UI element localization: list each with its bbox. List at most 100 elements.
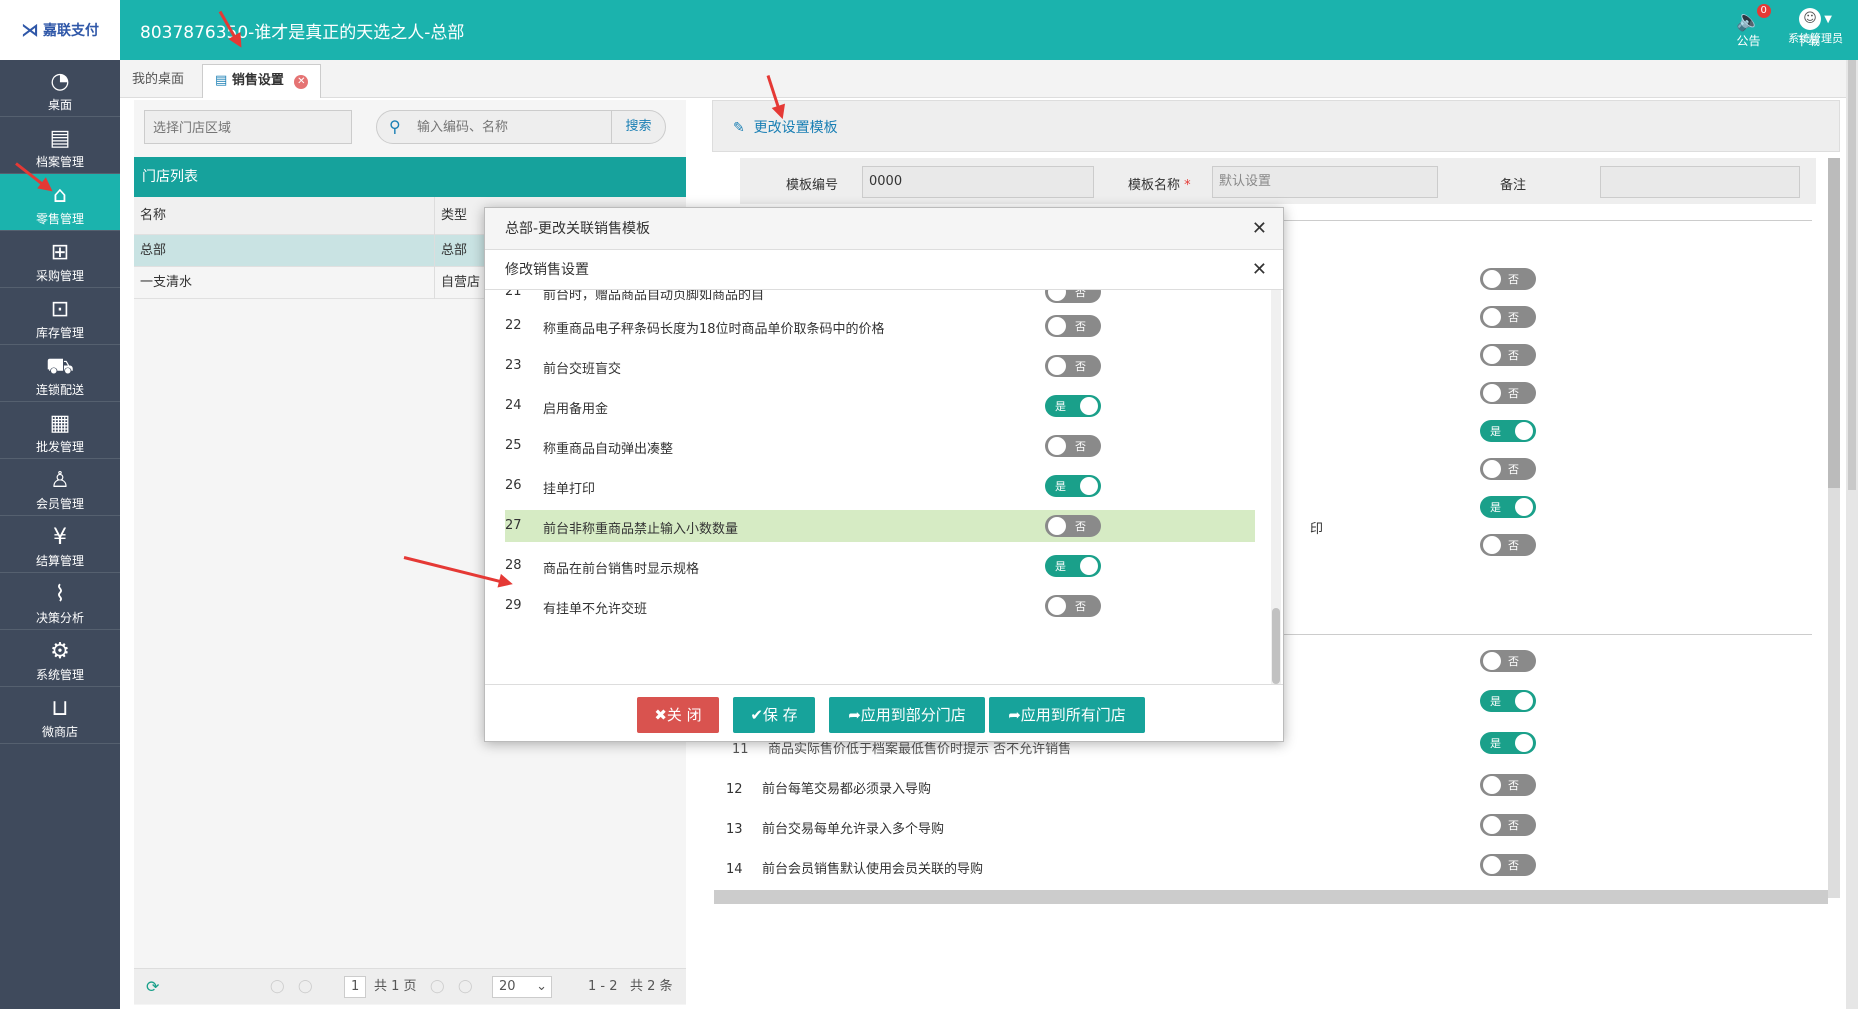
sidebar-item-distribution[interactable]: ⛟ 连锁配送 [0,345,120,402]
table-cell: 总部 [140,243,167,258]
notice-button[interactable]: 🔈 0 公告 [1736,4,1771,49]
toggle-switch[interactable]: 否 [1045,595,1101,617]
setting-number: 23 [505,358,522,373]
toggle-switch[interactable]: 否 [1480,854,1536,876]
prev-page-icon[interactable]: ◯ [298,969,313,1005]
close-icon[interactable]: ✕ [1252,208,1267,250]
sidebar-item-member[interactable]: ♙ 会员管理 [0,459,120,516]
toggle-label: 否 [1075,290,1086,299]
toggle-label: 否 [1508,819,1519,832]
dialog-outer-title: 总部-更改关联销售模板 ✕ [485,208,1283,250]
dialog-footer: ✖关 闭 ✔保 存 ➦应用到部分门店 ➦应用到所有门店 [485,684,1283,741]
toggle-switch[interactable]: 否 [1480,814,1536,836]
pager: ⟳ ◯ ◯ 1 共 1 页 ◯ ◯ 20 ⌄ 1 - 2 共 2 条 [134,968,686,1004]
remark-field[interactable] [1600,166,1800,198]
sidebar-item-purchase[interactable]: ⊞ 采购管理 [0,231,120,288]
horizontal-scrollbar[interactable] [714,890,1828,904]
toggle-knob [1483,346,1501,364]
toggle-switch[interactable]: 否 [1480,650,1536,672]
page-size-value: 20 [499,979,516,994]
toggle-switch[interactable]: 否 [1480,774,1536,796]
sidebar-item-label: 连锁配送 [35,383,84,397]
apply-all-stores-button[interactable]: ➦应用到所有门店 [989,697,1145,733]
close-icon[interactable]: ✕ [294,75,309,89]
search-input[interactable] [417,115,582,139]
toggle-switch[interactable]: 否 [1480,382,1536,404]
sidebar-item-microstore[interactable]: ⊔ 微商店 [0,687,120,744]
scrollbar-thumb[interactable] [1828,158,1840,488]
toggle-switch[interactable]: 否 [1045,435,1101,457]
tab-home[interactable]: 我的桌面 [120,64,196,98]
toggle-switch[interactable]: 是 [1480,690,1536,712]
search-button[interactable]: 搜索 [611,111,665,143]
toggle-switch[interactable]: 否 [1480,306,1536,328]
toggle-label: 否 [1075,600,1086,613]
edit-template-link[interactable]: ✎ 更改设置模板 [733,117,838,137]
toggle-switch[interactable]: 是 [1480,420,1536,442]
toggle-knob [1048,357,1066,375]
total-pages: 共 1 页 [374,979,417,994]
tab-sales-settings[interactable]: ▤ 销售设置 ✕ [202,64,322,98]
sidebar-item-inventory[interactable]: ⊡ 库存管理 [0,288,120,345]
sidebar-item-system[interactable]: ⚙ 系统管理 [0,630,120,687]
template-name-field[interactable]: 默认设置 [1212,166,1438,198]
item-number: 11 [732,742,749,757]
toggle-knob [1080,477,1098,495]
first-page-icon[interactable]: ◯ [270,969,285,1005]
toggle-switch[interactable]: 是 [1045,395,1101,417]
toggle-switch[interactable]: 是 [1045,475,1101,497]
page-scrollbar[interactable] [1846,60,1858,1009]
toggle-switch[interactable]: 否 [1045,355,1101,377]
toggle-switch[interactable]: 否 [1480,458,1536,480]
toggle-switch[interactable]: 是 [1480,496,1536,518]
sidebar-item-settlement[interactable]: ¥ 结算管理 [0,516,120,573]
close-icon[interactable]: ✕ [1252,250,1267,290]
template-no-field[interactable]: 0000 [862,166,1094,198]
toggle-switch[interactable]: 否 [1480,344,1536,366]
inventory-icon: ⊡ [50,297,70,322]
sidebar-item-analysis[interactable]: ⌇ 决策分析 [0,573,120,630]
page-input[interactable]: 1 [344,976,367,998]
item-label: 商品实际售价低于档案最低售价时提示 否不允许销售 [768,742,1072,757]
cart-icon: ⊞ [50,240,70,265]
apply-some-stores-button[interactable]: ➦应用到部分门店 [829,697,985,733]
toggle-switch[interactable]: 是 [1045,555,1101,577]
sidebar-item-retail[interactable]: ⌂ 零售管理 [0,174,120,231]
user-profile[interactable]: ☺ ▼ 系统管理员 [1788,8,1843,46]
scrollbar-thumb[interactable] [1848,60,1856,490]
search-icon: ⚲ [389,117,401,136]
toggle-switch[interactable]: 是 [1480,732,1536,754]
vertical-scrollbar[interactable] [1828,158,1840,898]
apply-all-label: 应用到所有门店 [1020,706,1126,724]
setting-row-highlighted: 27 前台非称重商品禁止输入小数数量 否 [505,510,1255,542]
next-page-icon[interactable]: ◯ [430,969,445,1005]
toggle-knob [1483,776,1501,794]
toggle-switch[interactable]: 否 [1045,515,1101,537]
table-cell: 总部 [434,235,467,267]
close-button[interactable]: ✖关 闭 [637,697,719,733]
archive-icon: ▤ [49,126,71,151]
refresh-icon[interactable]: ⟳ [146,969,159,1005]
toggle-switch[interactable]: 否 [1480,268,1536,290]
toggle-switch[interactable]: 否 [1480,534,1536,556]
scrollbar-thumb[interactable] [1272,608,1280,684]
save-button[interactable]: ✔保 存 [733,697,815,733]
dialog-body: 21 前台时，赠品商品自动页脚如商品的自 否 22 称重商品电子秤条码长度为18… [485,290,1283,684]
setting-label: 启用备用金 [543,402,609,417]
sidebar-item-desktop[interactable]: ◔ 桌面 [0,60,120,117]
setting-row: 26 挂单打印 是 [505,470,1255,502]
toggle-knob [1515,692,1533,710]
list-item: 12 前台每笔交易都必须录入导购 [726,778,931,797]
notice-label: 公告 [1736,34,1761,48]
sidebar-item-label: 批发管理 [35,440,84,454]
region-select[interactable] [144,110,352,144]
dialog-scrollbar[interactable] [1271,290,1281,684]
partial-label: 印 [1310,522,1324,537]
toggle-knob [1483,460,1501,478]
sidebar-item-wholesale[interactable]: ▦ 批发管理 [0,402,120,459]
toggle-switch[interactable]: 否 [1045,315,1101,337]
page-size-select[interactable]: 20 ⌄ [492,976,552,998]
close-icon: ✖ [654,706,667,724]
last-page-icon[interactable]: ◯ [458,969,473,1005]
toggle-switch[interactable]: 否 [1045,290,1101,303]
